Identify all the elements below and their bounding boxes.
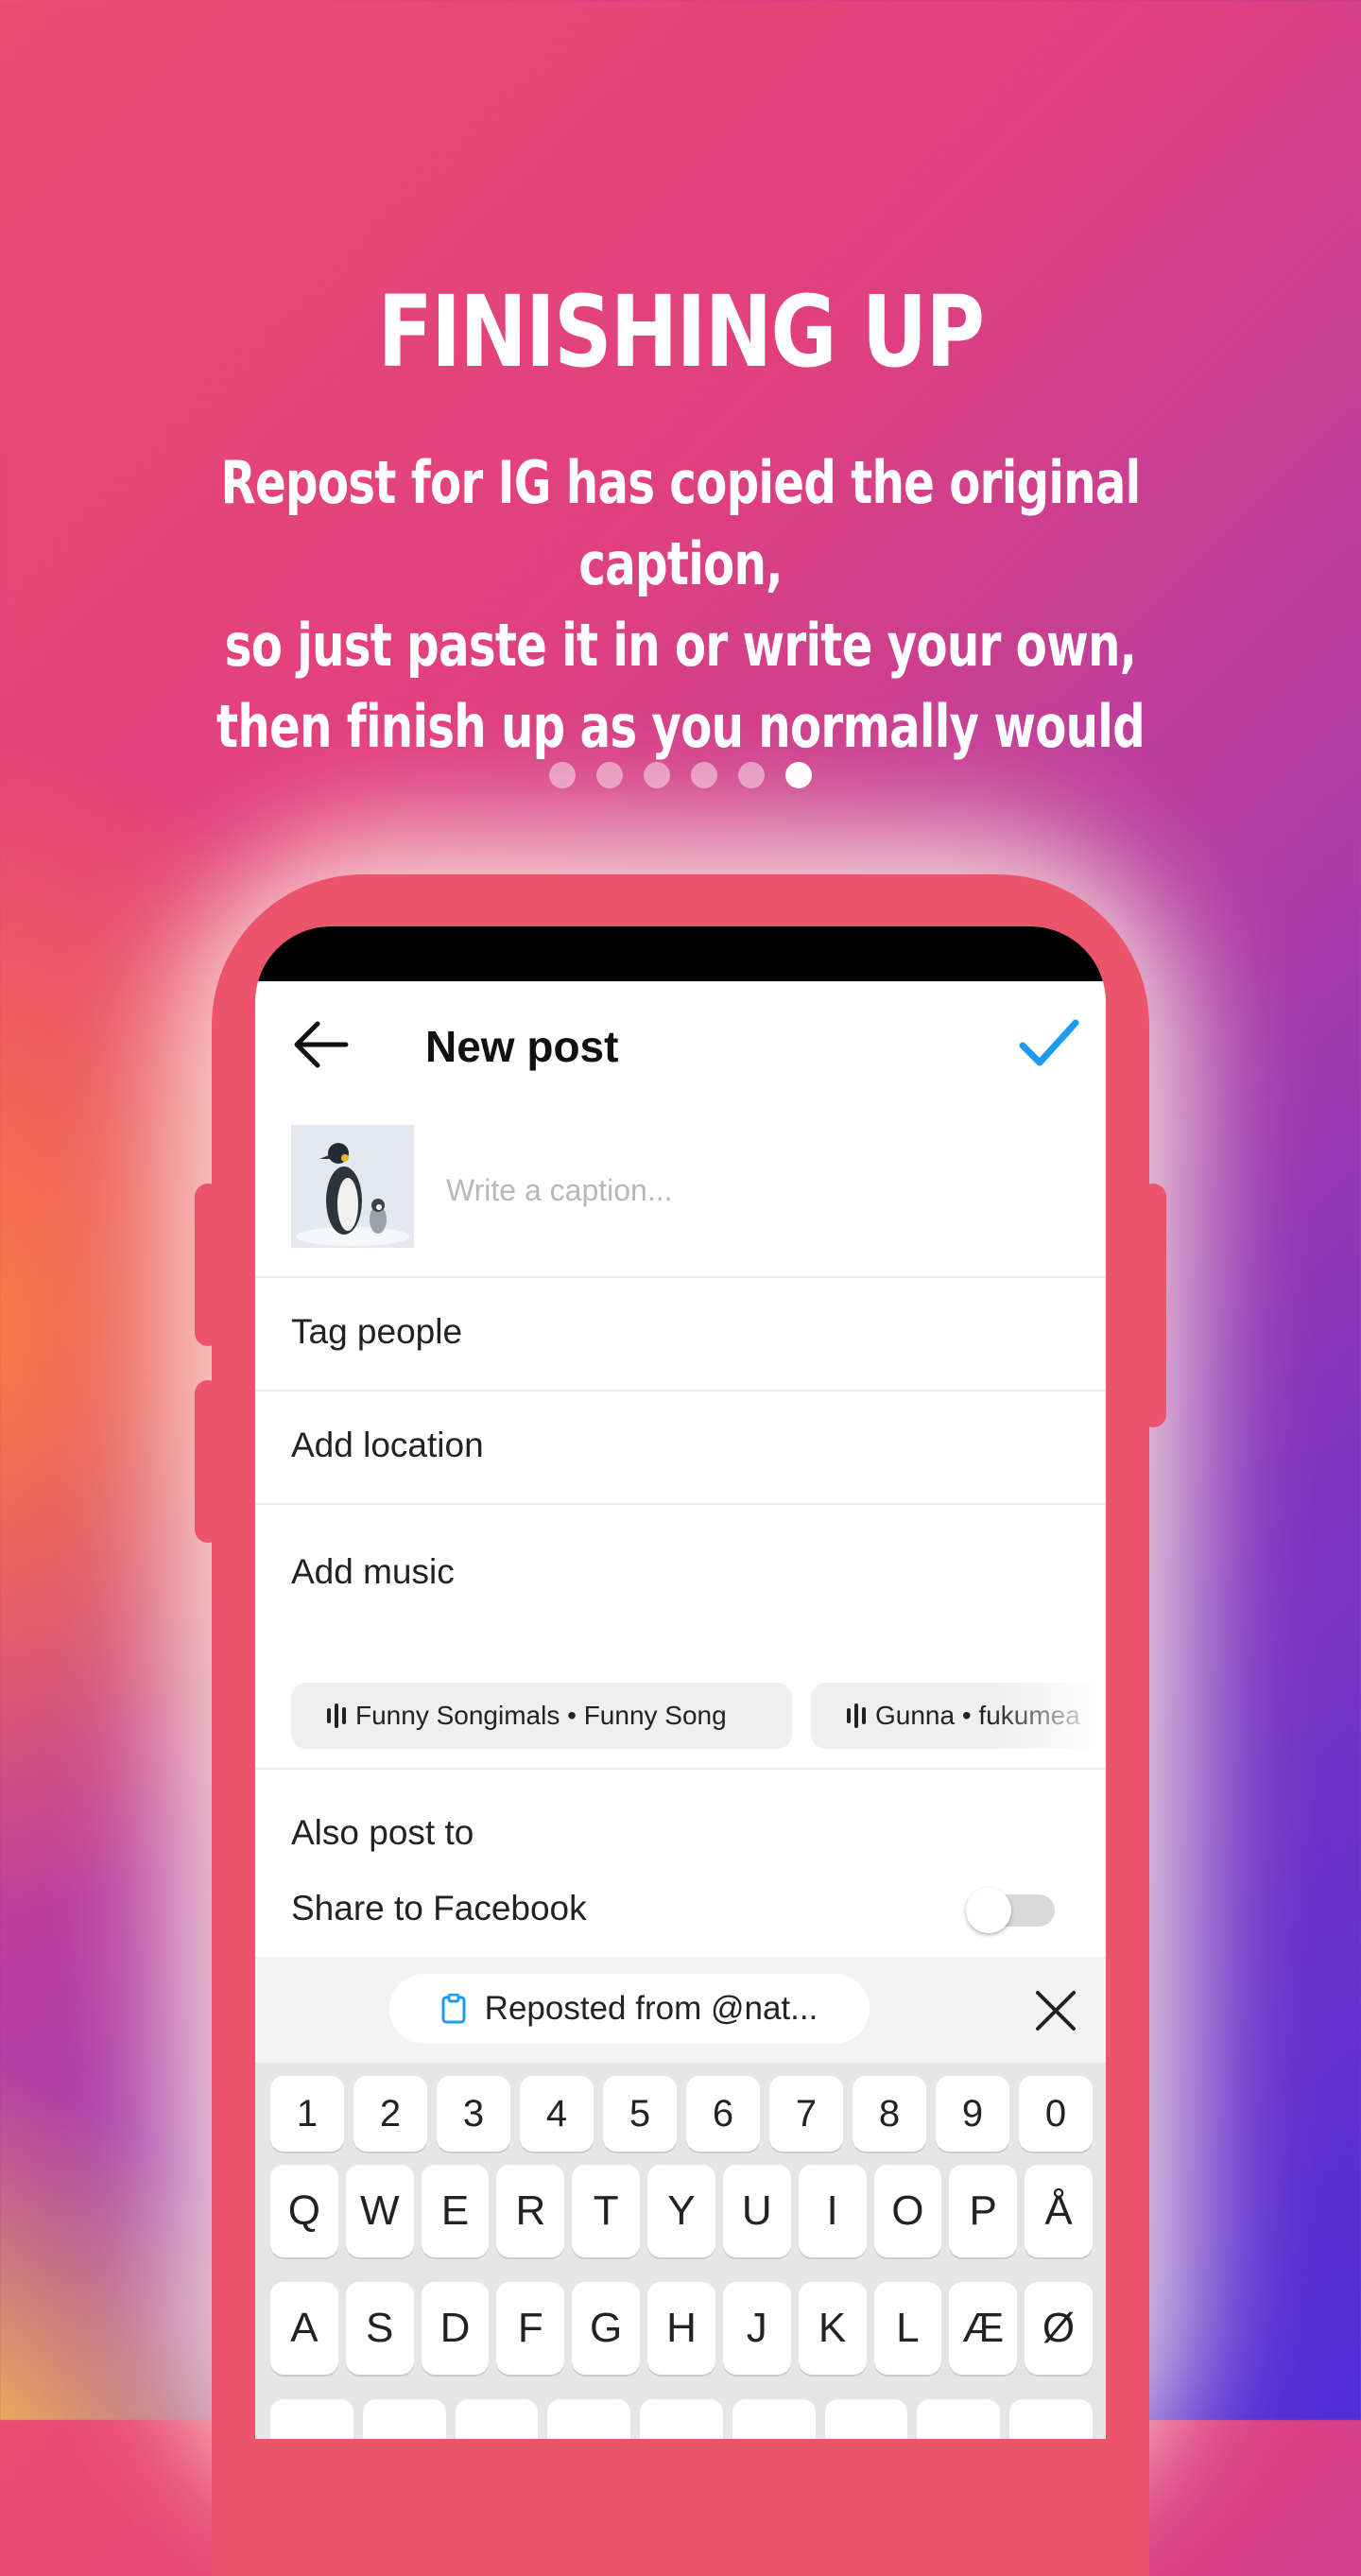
add-music-label: Add music bbox=[291, 1552, 455, 1591]
key[interactable]: K bbox=[798, 2282, 867, 2375]
also-post-to-label: Also post to bbox=[291, 1813, 474, 1852]
key[interactable]: D bbox=[421, 2282, 490, 2375]
hero-title: FINISHING UP bbox=[377, 274, 985, 389]
page-indicator bbox=[0, 762, 1361, 788]
key[interactable] bbox=[640, 2399, 723, 2439]
clipboard-suggestion-bar: Reposted from @nat... bbox=[255, 1957, 1106, 2063]
key[interactable]: R bbox=[496, 2165, 565, 2257]
add-location-label: Add location bbox=[291, 1426, 484, 1464]
keyboard-letter-row-3 bbox=[270, 2399, 1094, 2439]
share-facebook-label: Share to Facebook bbox=[291, 1889, 587, 1928]
key[interactable] bbox=[455, 2399, 539, 2439]
add-location-row[interactable]: Add location bbox=[255, 1392, 1106, 1505]
key[interactable]: S bbox=[345, 2282, 414, 2375]
music-suggestions: Funny Songimals • Funny Song Gunna • fuk… bbox=[255, 1664, 1106, 1770]
key[interactable]: 1 bbox=[270, 2076, 344, 2152]
key[interactable]: H bbox=[647, 2282, 715, 2375]
clipboard-icon bbox=[441, 1994, 466, 2024]
key[interactable]: E bbox=[421, 2165, 490, 2257]
page-dot[interactable] bbox=[738, 762, 765, 788]
keyboard: 1 2 3 4 5 6 7 8 9 0 Q W E R T Y U I O P … bbox=[255, 2063, 1106, 2439]
key[interactable] bbox=[1009, 2399, 1094, 2439]
share-facebook-toggle[interactable] bbox=[966, 1888, 1055, 1933]
caption-row bbox=[255, 1125, 1106, 1278]
key[interactable]: F bbox=[496, 2282, 565, 2375]
key[interactable] bbox=[270, 2399, 353, 2439]
tag-people-row[interactable]: Tag people bbox=[255, 1278, 1106, 1392]
clipboard-text: Reposted from @nat... bbox=[484, 1990, 818, 2027]
tag-people-label: Tag people bbox=[291, 1312, 463, 1351]
key[interactable] bbox=[362, 2399, 446, 2439]
audio-bars-icon bbox=[327, 1703, 346, 1728]
page-dot-active[interactable] bbox=[785, 762, 812, 788]
key[interactable]: A bbox=[270, 2282, 338, 2375]
key[interactable]: J bbox=[722, 2282, 791, 2375]
phone-side-button bbox=[195, 1184, 221, 1346]
clipboard-paste-chip[interactable]: Reposted from @nat... bbox=[389, 1974, 870, 2044]
phone-side-button bbox=[195, 1380, 221, 1543]
key[interactable]: T bbox=[572, 2165, 641, 2257]
subtitle-line: so just paste it in or write your own, bbox=[224, 611, 1137, 680]
key[interactable]: 0 bbox=[1019, 2076, 1093, 2152]
subtitle-line: then finish up as you normally would bbox=[216, 692, 1146, 761]
key[interactable]: Æ bbox=[949, 2282, 1018, 2375]
hero-subtitle: Repost for IG has copied the original ca… bbox=[194, 442, 1167, 768]
key[interactable]: 8 bbox=[853, 2076, 926, 2152]
checkmark-icon[interactable] bbox=[1015, 1010, 1081, 1076]
key[interactable]: Q bbox=[270, 2165, 338, 2257]
page-dot[interactable] bbox=[596, 762, 623, 788]
key[interactable]: Ø bbox=[1025, 2282, 1093, 2375]
add-music-row[interactable]: Add music bbox=[255, 1505, 1106, 1662]
phone-side-button bbox=[1140, 1184, 1166, 1427]
key[interactable] bbox=[732, 2399, 816, 2439]
page-dot[interactable] bbox=[644, 762, 670, 788]
key[interactable] bbox=[547, 2399, 631, 2439]
keyboard-letter-row-1: Q W E R T Y U I O P Å bbox=[270, 2165, 1093, 2257]
close-icon[interactable] bbox=[1034, 1989, 1077, 2032]
page-dot[interactable] bbox=[691, 762, 717, 788]
key[interactable]: O bbox=[873, 2165, 942, 2257]
keyboard-letter-row-2: A S D F G H J K L Æ Ø bbox=[270, 2282, 1093, 2375]
key[interactable]: G bbox=[572, 2282, 641, 2375]
audio-bars-icon bbox=[847, 1703, 866, 1728]
key[interactable]: 6 bbox=[686, 2076, 760, 2152]
caption-input[interactable] bbox=[444, 1163, 1053, 1218]
chip-fade bbox=[992, 1664, 1106, 1768]
keyboard-number-row: 1 2 3 4 5 6 7 8 9 0 bbox=[270, 2076, 1093, 2152]
key[interactable] bbox=[824, 2399, 908, 2439]
status-bar bbox=[255, 926, 1106, 981]
page-title: New post bbox=[425, 1022, 619, 1071]
phone-screen: New post Tag people Add location Add mus… bbox=[255, 926, 1106, 2439]
key[interactable]: Y bbox=[647, 2165, 715, 2257]
page-dot[interactable] bbox=[549, 762, 576, 788]
share-facebook-row: Share to Facebook bbox=[255, 1888, 1106, 1945]
key[interactable]: Å bbox=[1025, 2165, 1093, 2257]
key[interactable]: I bbox=[798, 2165, 867, 2257]
toggle-knob bbox=[966, 1888, 1011, 1933]
key[interactable]: 7 bbox=[769, 2076, 843, 2152]
key[interactable]: 2 bbox=[353, 2076, 427, 2152]
post-thumbnail bbox=[291, 1125, 414, 1248]
key[interactable]: 4 bbox=[520, 2076, 594, 2152]
key[interactable]: 5 bbox=[603, 2076, 677, 2152]
music-chip-label: Funny Songimals • Funny Song bbox=[355, 1701, 727, 1730]
key[interactable]: 9 bbox=[936, 2076, 1009, 2152]
key[interactable] bbox=[917, 2399, 1001, 2439]
arrow-left-icon[interactable] bbox=[289, 1013, 352, 1076]
key[interactable]: U bbox=[722, 2165, 791, 2257]
key[interactable]: L bbox=[873, 2282, 942, 2375]
music-chip[interactable]: Funny Songimals • Funny Song bbox=[291, 1683, 792, 1749]
key[interactable]: 3 bbox=[437, 2076, 510, 2152]
key[interactable]: P bbox=[949, 2165, 1018, 2257]
key[interactable]: W bbox=[345, 2165, 414, 2257]
subtitle-line: Repost for IG has copied the original ca… bbox=[220, 448, 1142, 598]
app-bar: New post bbox=[255, 981, 1106, 1108]
